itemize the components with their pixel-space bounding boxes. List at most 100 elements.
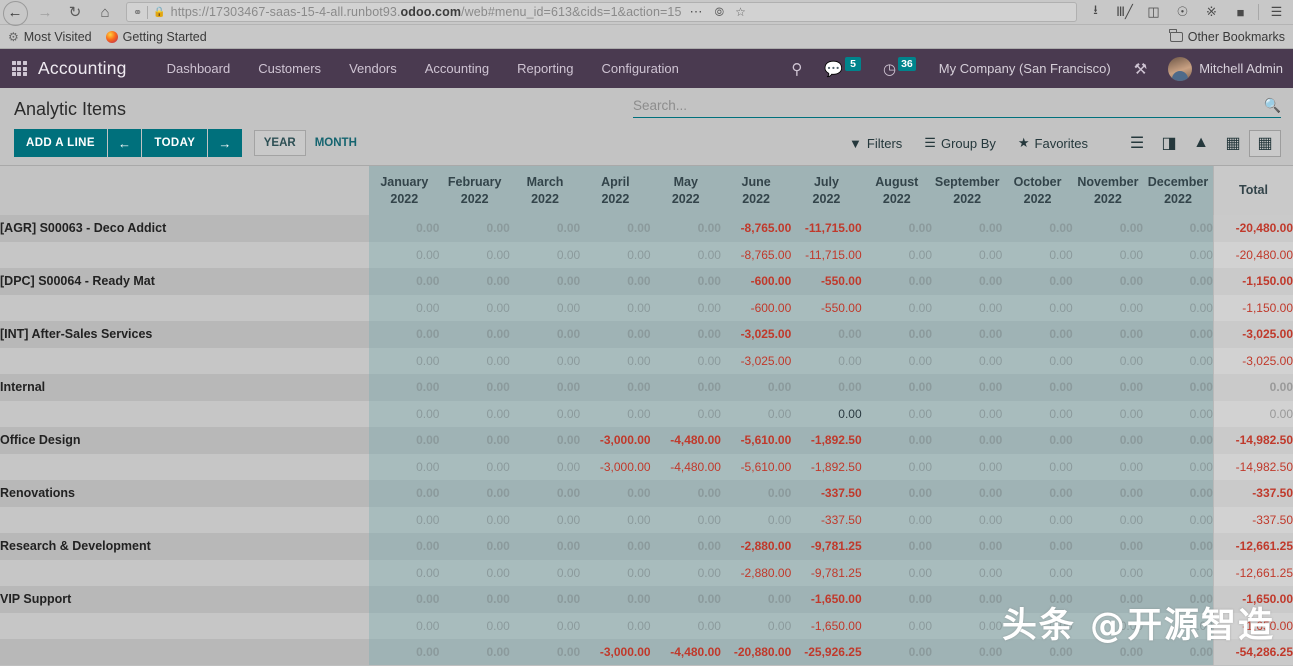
grid-cell[interactable]: -3,025.00	[720, 321, 792, 348]
grid-cell[interactable]: 0.00	[1072, 559, 1144, 586]
grid-cell[interactable]: 0.00	[1002, 559, 1073, 586]
apps-menu-button[interactable]	[0, 61, 38, 76]
grid-cell[interactable]: 0.00	[932, 241, 1003, 268]
previous-period-button[interactable]: ←	[107, 129, 142, 157]
grid-cell[interactable]: 0.00	[509, 347, 581, 374]
grid-cell[interactable]: 0.00	[932, 400, 1003, 427]
filters-button[interactable]: ▼ Filters	[838, 130, 913, 156]
grid-cell[interactable]: -9,781.25	[791, 559, 862, 586]
hamburger-menu-icon[interactable]: ☰	[1262, 0, 1291, 25]
table-row[interactable]: 0.00 0.00 0.00 0.00 0.00 -600.00 -550.00 0.00 0.…	[0, 294, 1293, 321]
grid-cell[interactable]: 0.00	[1002, 480, 1073, 507]
grid-cell[interactable]: 0.00	[650, 215, 721, 242]
grid-cell[interactable]: 0.00	[932, 215, 1003, 242]
grid-cell[interactable]: 0.00	[932, 453, 1003, 480]
table-row[interactable]: Renovations 0.00 0.00 0.00 0.00 0.00 0.00 -337.…	[0, 480, 1293, 507]
grid-cell[interactable]: 0.00	[861, 215, 932, 242]
grid-cell[interactable]: -337.50	[791, 480, 862, 507]
search-input[interactable]	[633, 98, 1258, 113]
grid-cell[interactable]: 0.00	[369, 268, 440, 295]
grid-cell[interactable]: 0.00	[861, 586, 932, 613]
grid-cell[interactable]: 0.00	[1072, 400, 1144, 427]
grid-cell[interactable]: 0.00	[580, 480, 651, 507]
grid-cell[interactable]: 0.00	[509, 480, 581, 507]
grid-cell[interactable]: -3,025.00	[720, 347, 792, 374]
grid-cell[interactable]: 0.00	[720, 480, 792, 507]
grid-cell[interactable]: 0.00	[1072, 480, 1144, 507]
grid-cell[interactable]: 0.00	[861, 294, 932, 321]
grid-cell[interactable]: -550.00	[791, 268, 862, 295]
grid-cell[interactable]: 0.00	[1002, 268, 1073, 295]
search-icon[interactable]: 🔍	[1258, 97, 1281, 114]
grid-cell[interactable]: 0.00	[650, 374, 721, 401]
menu-item-accounting[interactable]: Accounting	[411, 61, 503, 76]
grid-cell[interactable]: 0.00	[650, 294, 721, 321]
table-row[interactable]: 0.00 0.00 0.00 0.00 0.00 0.00 -1,650.00 0.00 0.0…	[0, 612, 1293, 639]
user-menu[interactable]: Mitchell Admin	[1158, 56, 1289, 81]
grid-cell[interactable]: 0.00	[439, 506, 510, 533]
grid-cell[interactable]: 0.00	[369, 533, 440, 560]
table-row[interactable]: 0.00 0.00 0.00 0.00 0.00 -2,880.00 -9,781.25 0.…	[0, 559, 1293, 586]
menu-item-dashboard[interactable]: Dashboard	[153, 61, 245, 76]
grid-cell[interactable]: 0.00	[1002, 400, 1073, 427]
grid-cell[interactable]: 0.00	[861, 480, 932, 507]
grid-cell[interactable]: 0.00	[650, 480, 721, 507]
list-view-icon[interactable]: ☰	[1121, 130, 1153, 157]
grid-cell[interactable]: 0.00	[932, 506, 1003, 533]
grid-cell[interactable]: 0.00	[861, 639, 932, 665]
grid-cell[interactable]: 0.00	[1002, 506, 1073, 533]
scale-month-button[interactable]: MONTH	[306, 130, 366, 156]
grid-cell[interactable]: 0.00	[439, 453, 510, 480]
grid-cell[interactable]: 0.00	[369, 374, 440, 401]
grid-cell[interactable]: 0.00	[439, 427, 510, 454]
grid-cell[interactable]: 0.00	[932, 533, 1003, 560]
favorites-button[interactable]: ★ Favorites	[1007, 130, 1099, 156]
grid-cell[interactable]: 0.00	[1002, 586, 1073, 613]
bookmark-star-icon[interactable]: ☆	[732, 5, 749, 19]
grid-cell[interactable]: 0.00	[439, 400, 510, 427]
grid-cell[interactable]: 0.00	[439, 294, 510, 321]
grid-cell[interactable]: 0.00	[932, 321, 1003, 348]
grid-cell[interactable]: 0.00	[650, 533, 721, 560]
grid-cell[interactable]: 0.00	[1143, 374, 1214, 401]
grid-cell[interactable]: 0.00	[1072, 294, 1144, 321]
grid-cell[interactable]: 0.00	[580, 533, 651, 560]
home-button[interactable]: ⌂	[90, 0, 120, 25]
grid-cell[interactable]: 0.00	[932, 586, 1003, 613]
downloads-icon[interactable]: ⭳	[1081, 0, 1110, 25]
grid-cell[interactable]: 0.00	[720, 506, 792, 533]
grid-cell[interactable]: 0.00	[1072, 533, 1144, 560]
grid-cell[interactable]: 0.00	[1002, 215, 1073, 242]
grid-cell[interactable]: 0.00	[509, 427, 581, 454]
grid-cell[interactable]: 0.00	[580, 321, 651, 348]
grid-cell[interactable]: 0.00	[1143, 215, 1214, 242]
kanban-view-icon[interactable]: ◨	[1153, 130, 1185, 157]
grid-cell[interactable]: 0.00	[369, 321, 440, 348]
table-row[interactable]: [INT] After-Sales Services 0.00 0.00 0.00 0.…	[0, 321, 1293, 348]
grid-cell[interactable]: 0.00	[1072, 586, 1144, 613]
table-row[interactable]: 0.00 0.00 0.00 0.00 0.00 0.00 -337.50 0.00 0.00 0…	[0, 506, 1293, 533]
grid-cell[interactable]: 0.00	[861, 533, 932, 560]
bookmark-getting-started[interactable]: Getting Started	[105, 30, 207, 44]
grid-cell[interactable]: -1,892.50	[791, 427, 862, 454]
grid-cell[interactable]: 0.00	[650, 400, 721, 427]
grid-cell[interactable]: 0.00	[1072, 215, 1144, 242]
grid-cell[interactable]: 0.00	[1143, 559, 1214, 586]
grid-cell[interactable]: 0.00	[720, 400, 792, 427]
grid-cell[interactable]: 0.00	[932, 480, 1003, 507]
grid-cell[interactable]: 0.00	[439, 347, 510, 374]
grid-cell[interactable]: -8,765.00	[720, 241, 792, 268]
grid-cell[interactable]: 0.00	[580, 586, 651, 613]
grid-cell[interactable]: 0.00	[861, 400, 932, 427]
back-button[interactable]: ←	[0, 0, 30, 26]
grid-cell[interactable]: 0.00	[509, 400, 581, 427]
grid-cell[interactable]: 0.00	[650, 321, 721, 348]
grid-cell[interactable]: -20,880.00	[720, 639, 792, 665]
grid-cell[interactable]: 0.00	[932, 268, 1003, 295]
grid-cell[interactable]: 0.00	[509, 294, 581, 321]
url-bar[interactable]: ⚭ 🔒 https://17303467-saas-15-4-all.runbo…	[126, 2, 1077, 22]
grid-cell[interactable]: 0.00	[861, 241, 932, 268]
grid-cell[interactable]: -4,480.00	[650, 427, 721, 454]
grid-cell[interactable]: 0.00	[932, 427, 1003, 454]
grid-cell[interactable]: 0.00	[509, 586, 581, 613]
